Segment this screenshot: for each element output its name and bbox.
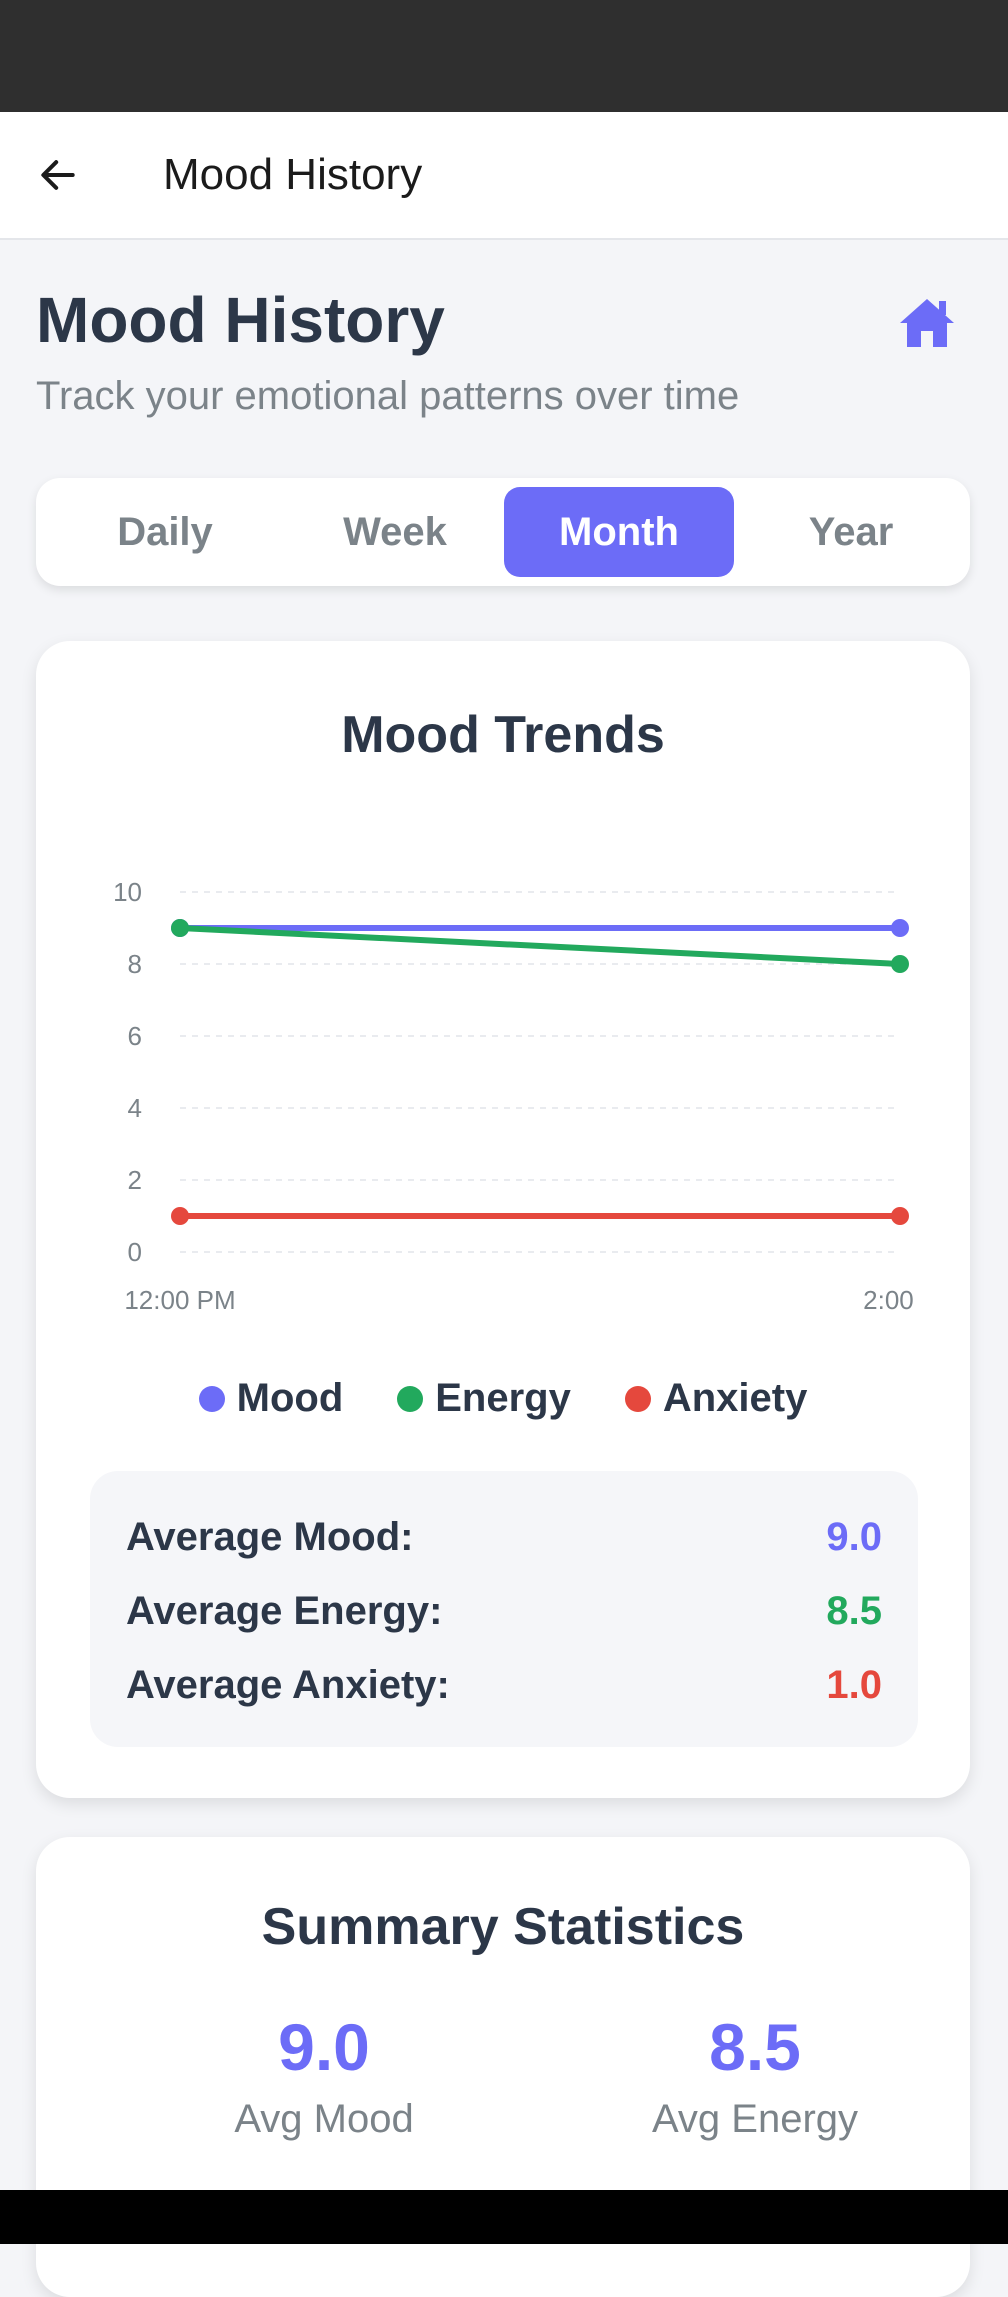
- series-line-energy: [177, 925, 903, 967]
- tab-daily[interactable]: Daily: [50, 487, 280, 577]
- data-point-anxiety: [171, 1207, 189, 1225]
- legend-label-energy: Energy: [435, 1376, 571, 1420]
- legend-item-anxiety: Anxiety: [624, 1376, 808, 1421]
- home-button[interactable]: [894, 290, 960, 356]
- average-mood-row: Average Mood: 9.0: [126, 1507, 882, 1567]
- app-bar: Mood History: [0, 112, 1008, 240]
- app-bar-title: Mood History: [163, 150, 423, 199]
- legend-dot-energy: [397, 1385, 424, 1412]
- legend-label-mood: Mood: [236, 1376, 344, 1420]
- legend-label-anxiety: Anxiety: [662, 1376, 808, 1420]
- tab-week[interactable]: Week: [280, 487, 510, 577]
- stat-avg-energy-value: 8.5: [709, 2010, 801, 2084]
- stat-avg-mood-value: 9.0: [278, 2010, 370, 2084]
- home-icon: [900, 299, 954, 347]
- mood-trends-chart: 0 2 4 6 8 10 12:00 PM 2:00 F: [113, 877, 937, 1315]
- average-anxiety-row: Average Anxiety: 1.0: [126, 1655, 882, 1715]
- y-tick-label: 6: [128, 1021, 142, 1051]
- y-tick-label: 8: [128, 949, 142, 979]
- y-tick-label: 0: [128, 1237, 142, 1267]
- x-tick-label: 12:00 PM: [124, 1285, 235, 1315]
- average-mood-label: Average Mood:: [126, 1514, 414, 1559]
- system-nav-bar: [0, 2190, 1008, 2244]
- legend-dot-anxiety: [624, 1385, 651, 1412]
- data-point-anxiety: [891, 1207, 909, 1225]
- arrow-left-icon: [41, 160, 75, 190]
- status-bar: [0, 0, 1008, 112]
- y-tick-label: 2: [128, 1165, 142, 1195]
- legend-dot-mood: [198, 1385, 225, 1412]
- legend-item-mood: Mood: [198, 1376, 344, 1421]
- data-point-energy: [891, 955, 909, 973]
- period-tabs: Daily Week Month Year: [36, 478, 970, 586]
- tab-month[interactable]: Month: [504, 487, 734, 577]
- stat-avg-mood: 9.0 Avg Mood: [124, 2007, 524, 2142]
- chart-legend: Mood Energy Anxiety: [36, 1376, 970, 1421]
- average-mood-value: 9.0: [826, 1514, 882, 1559]
- mood-trends-card: Mood Trends 0 2 4 6 8 10 12:00 PM 2:00 F Mood E…: [36, 641, 970, 1798]
- average-anxiety-value: 1.0: [826, 1662, 882, 1707]
- legend-item-energy: Energy: [397, 1376, 571, 1421]
- data-point-mood: [891, 919, 909, 937]
- data-point-energy: [171, 919, 189, 937]
- average-anxiety-label: Average Anxiety:: [126, 1662, 450, 1707]
- back-button[interactable]: [28, 145, 88, 205]
- stat-avg-energy: 8.5 Avg Energy: [555, 2007, 955, 2142]
- page-subtitle: Track your emotional patterns over time: [36, 374, 740, 418]
- y-tick-label: 4: [128, 1093, 142, 1123]
- x-tick-label: 2:00 F: [863, 1285, 937, 1315]
- tab-year[interactable]: Year: [736, 487, 966, 577]
- summary-title: Summary Statistics: [261, 1898, 745, 1956]
- average-energy-label: Average Energy:: [126, 1588, 443, 1633]
- averages-panel: Average Mood: 9.0 Average Energy: 8.5 Av…: [90, 1471, 918, 1747]
- average-energy-value: 8.5: [826, 1588, 882, 1633]
- average-energy-row: Average Energy: 8.5: [126, 1581, 882, 1641]
- stat-avg-mood-label: Avg Mood: [234, 2097, 414, 2141]
- y-tick-label: 10: [113, 877, 142, 907]
- stat-avg-energy-label: Avg Energy: [651, 2097, 859, 2141]
- page-title: Mood History: [36, 284, 445, 356]
